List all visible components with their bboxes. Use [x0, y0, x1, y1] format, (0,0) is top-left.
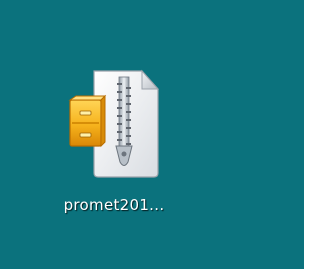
- desktop-icon-zip-file[interactable]: promet201...: [38, 58, 190, 236]
- file-name-label: promet201...: [63, 196, 165, 214]
- zip-archive-file-icon: [56, 65, 174, 192]
- desktop: promet201...: [0, 0, 304, 269]
